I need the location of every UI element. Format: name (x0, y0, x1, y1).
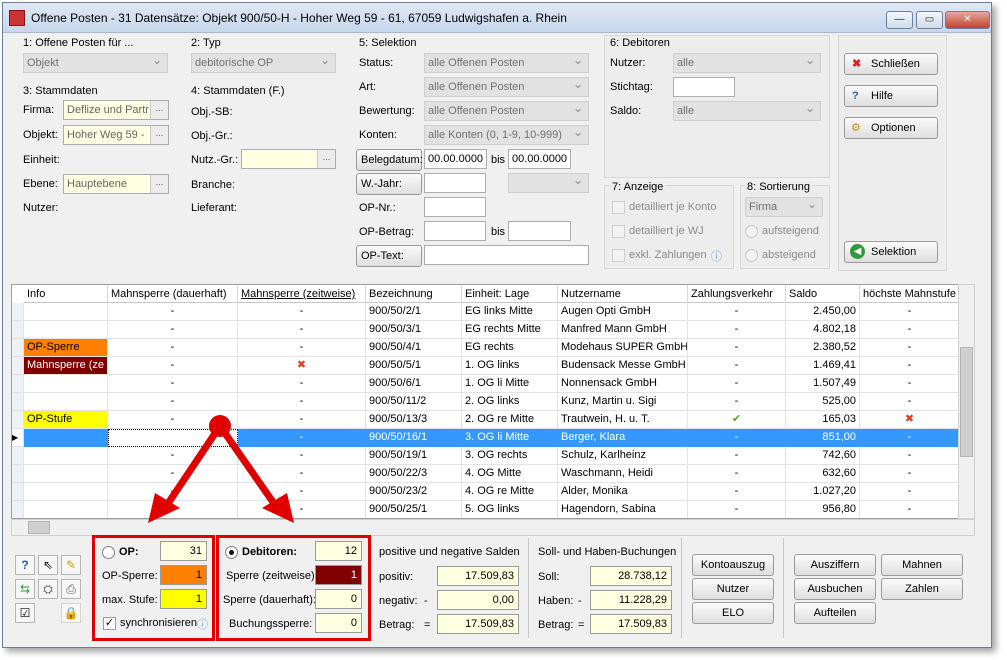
annotation-arrows (148, 415, 294, 523)
main-window: Offene Posten - 31 Datensätze: Objekt 90… (2, 2, 992, 648)
